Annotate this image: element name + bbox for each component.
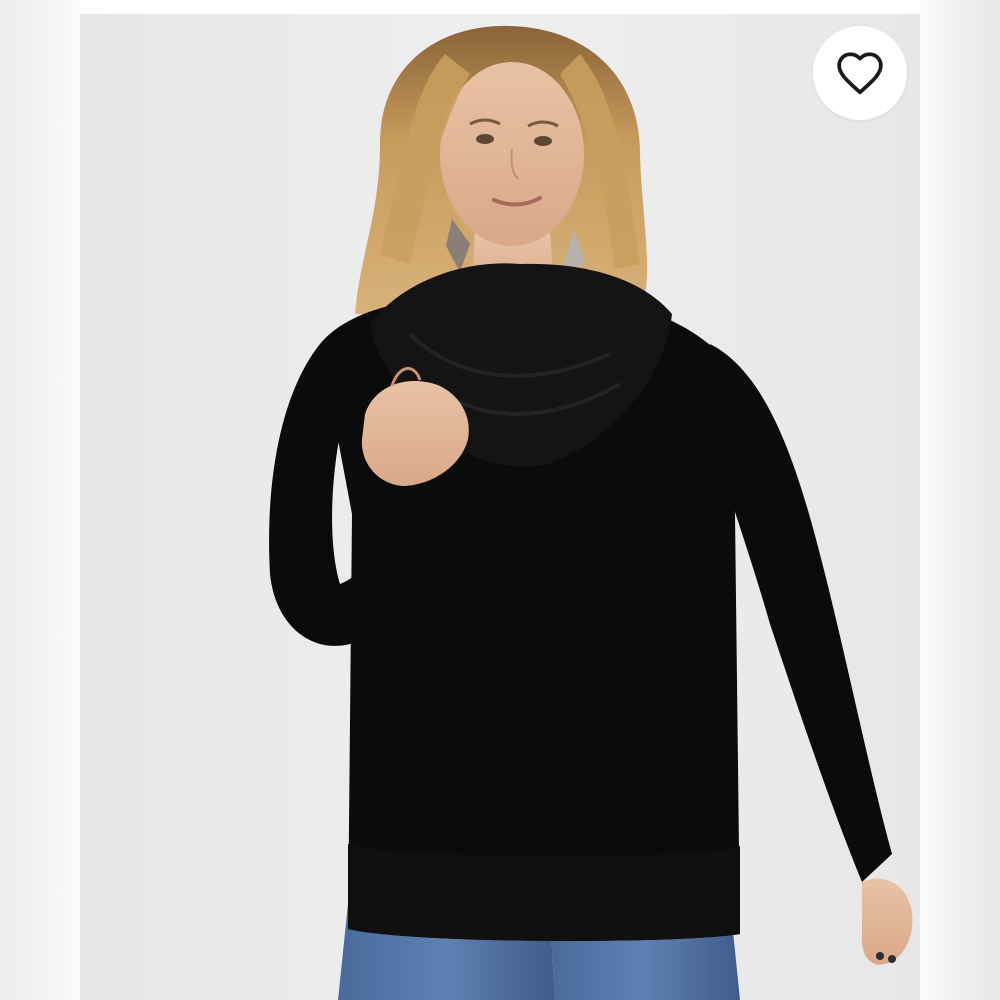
favorite-button[interactable]: [813, 26, 907, 120]
left-eye: [476, 134, 494, 144]
sweater-hem: [348, 844, 740, 941]
product-photo-illustration: [80, 14, 920, 1000]
right-gutter: [920, 0, 1000, 1000]
listing-photo-viewer: [0, 0, 1000, 1000]
product-photo[interactable]: [80, 14, 920, 1000]
left-gutter: [0, 0, 80, 1000]
heart-outline-icon: [837, 52, 883, 95]
right-eye: [534, 136, 552, 146]
